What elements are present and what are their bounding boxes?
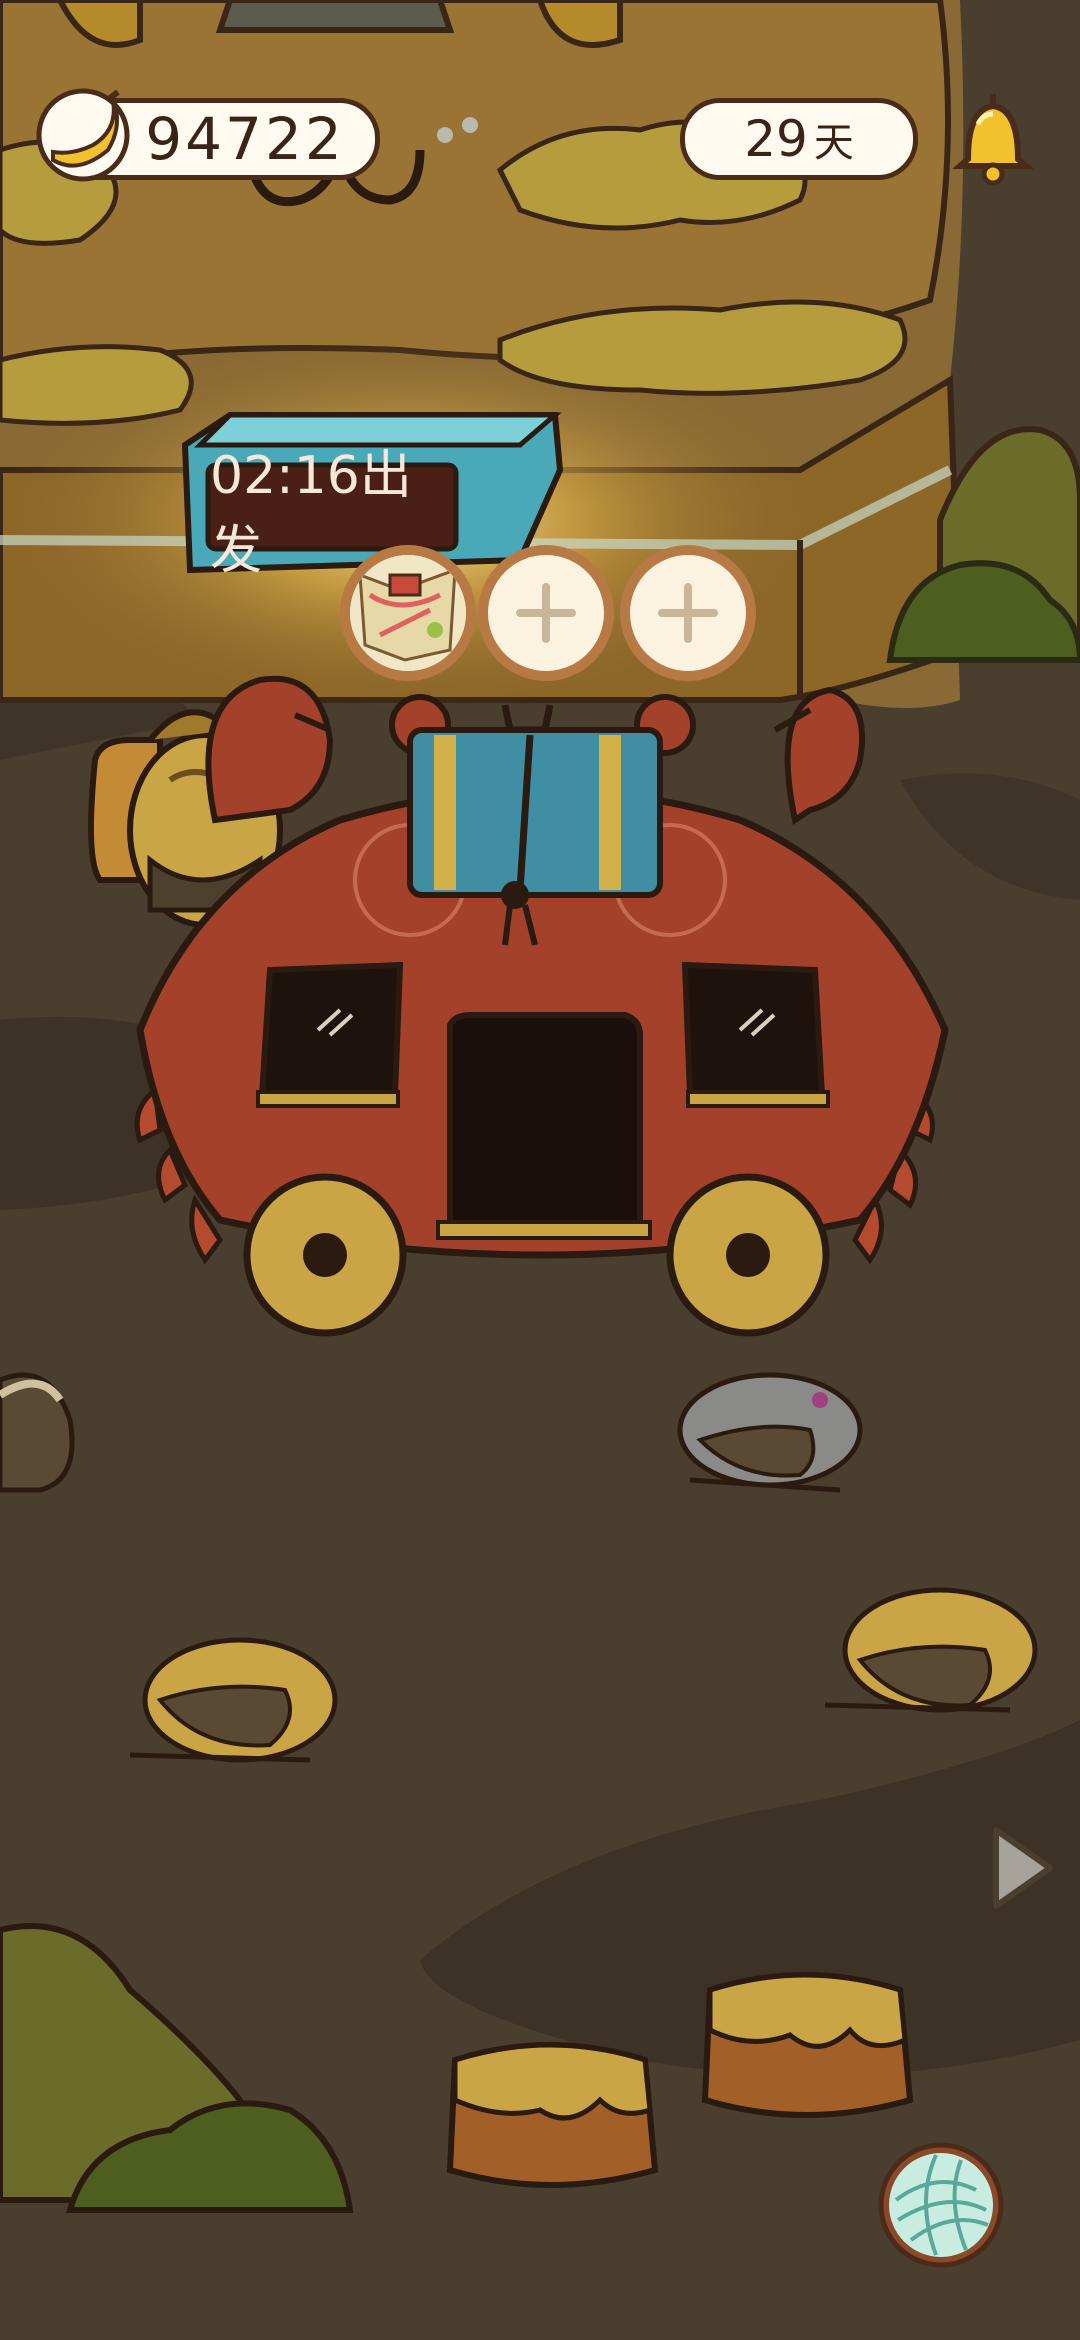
map-item-icon [350,555,466,671]
banana-icon [36,88,130,182]
bell-icon[interactable] [938,84,1048,194]
sleeping-cat-bottom-right [824,1587,1038,1713]
game-scene [0,0,1080,2213]
pudding-stool-right [701,1972,914,2118]
pudding-stool-left [446,2042,659,2188]
days-unit: 天 [813,120,854,166]
sleeping-cat-left-edge [0,1372,75,1493]
days-counter: 29 天 [680,98,918,180]
sleeping-cat-bottom-left [129,1637,338,1763]
passenger-slot-filled[interactable] [340,545,476,681]
bush-bottom-left [0,1923,354,2213]
passenger-slot-empty[interactable] [478,545,614,681]
yarn-ball-icon[interactable] [876,2140,1006,2270]
play-arrow-icon[interactable] [986,1822,1058,1914]
days-value: 29 [744,110,808,168]
sleeping-cat-gray [677,1372,863,1493]
crab-carriage [134,675,949,1337]
departure-timer: 02:16出发 [210,446,412,581]
passenger-slot-empty[interactable] [620,545,756,681]
